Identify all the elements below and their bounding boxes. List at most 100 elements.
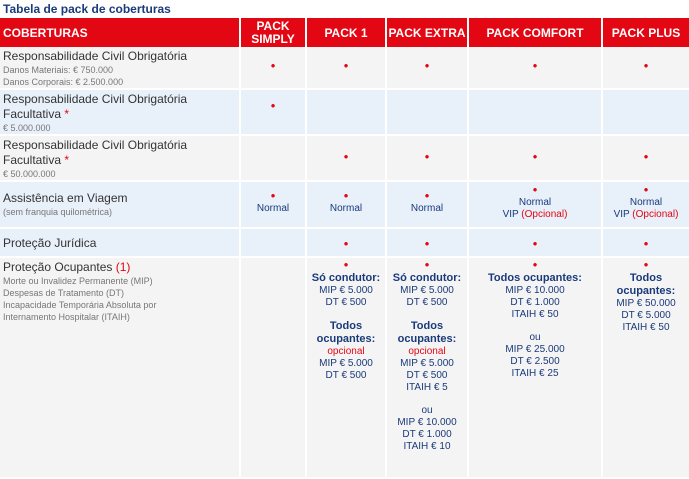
header-pack-extra: PACK EXTRA [387, 18, 469, 47]
row-label-line1: Responsabilidade Civil Obrigatória [3, 138, 188, 152]
included-bullet-icon: • [424, 257, 430, 272]
included-bullet-icon: • [343, 58, 349, 73]
cell-pack1 [307, 90, 387, 136]
included-bullet-icon: • [532, 182, 538, 197]
opcional-label: opcional [327, 346, 365, 357]
assist-level: Normal [629, 197, 663, 208]
included-bullet-icon: • [424, 149, 430, 164]
cell-comfort: • Normal VIP (Opcional) [469, 182, 603, 229]
included-bullet-icon: • [643, 58, 649, 73]
included-bullet-icon: • [424, 188, 430, 203]
mip-value: MIP € 10.000 [505, 285, 565, 296]
row-label-line1: Responsabilidade Civil Obrigatória [3, 92, 188, 106]
header-pack-plus: PACK PLUS [603, 18, 689, 47]
included-bullet-icon: • [343, 188, 349, 203]
assist-vip: VIP [613, 209, 630, 220]
row-sub-itaih-l1: Incapacidade Temporária Absoluta por [3, 300, 157, 310]
todos-label-l2: ocupantes: [397, 333, 457, 345]
cell-pack1: • Normal [307, 182, 387, 229]
row-label-cell: Responsabilidade Civil Obrigatória Facul… [0, 136, 241, 182]
ou-label: ou [421, 405, 433, 416]
included-bullet-icon: • [643, 236, 649, 251]
page-title: Tabela de pack de coberturas [3, 2, 171, 16]
assist-level: Normal [410, 203, 444, 214]
included-bullet-icon: • [343, 236, 349, 251]
row-protecao-ocupantes: Proteção Ocupantes (1) Morte ou Invalide… [0, 258, 689, 479]
dt-value: DT € 1.000 [402, 429, 452, 440]
mip-value: MIP € 50.000 [616, 298, 676, 309]
assist-opcional: (Opcional) [632, 209, 679, 220]
mip-value: MIP € 5.000 [400, 358, 454, 369]
row-label-cell: Proteção Jurídica [0, 229, 241, 258]
todos-label: Todos ocupantes: [488, 272, 582, 284]
row-sub-mip: Morte ou Invalidez Permanente (MIP) [3, 276, 153, 286]
row-label: Proteção Jurídica [3, 236, 97, 250]
included-bullet-icon: • [643, 149, 649, 164]
included-bullet-icon: • [532, 236, 538, 251]
dt-value: DT € 500 [325, 370, 367, 381]
mip-value: MIP € 25.000 [505, 344, 565, 355]
row-sub-itaih-l2: Internamento Hospitalar (ITAIH) [3, 312, 130, 322]
row-label-cell: Responsabilidade Civil Obrigatória Facul… [0, 90, 241, 136]
row-sub-amount: € 5.000.000 [3, 123, 51, 133]
assist-vip: VIP [502, 209, 519, 220]
row-protecao-juridica: Proteção Jurídica • • • • [0, 229, 689, 258]
cell-comfort: • [469, 229, 603, 258]
cell-extra: • [387, 229, 469, 258]
cell-comfort: • [469, 47, 603, 90]
header-pack-comfort: PACK COMFORT [469, 18, 603, 47]
row-rc-obrigatoria: Responsabilidade Civil Obrigatória Danos… [0, 47, 689, 90]
cell-plus: • Normal VIP (Opcional) [603, 182, 689, 229]
cell-comfort: • Todos ocupantes: MIP € 10.000 DT € 1.0… [469, 258, 603, 479]
cell-pack1: • [307, 229, 387, 258]
row-rc-facultativa-50m: Responsabilidade Civil Obrigatória Facul… [0, 136, 689, 182]
todos-label-l1: Todos [629, 272, 663, 284]
row-assistencia-viagem: Assistência em Viagem (sem franquia quil… [0, 182, 689, 229]
cell-simply [241, 136, 307, 182]
row-sub-amount: € 50.000.000 [3, 169, 56, 179]
cell-pack1: • [307, 47, 387, 90]
cell-pack1: • [307, 136, 387, 182]
included-bullet-icon: • [532, 149, 538, 164]
row-label: Proteção Ocupantes [3, 260, 113, 274]
todos-label-l2: ocupantes: [316, 333, 376, 345]
cell-plus [603, 90, 689, 136]
header-coberturas: COBERTURAS [0, 18, 241, 47]
included-bullet-icon: • [532, 58, 538, 73]
cell-plus: • Todos ocupantes: MIP € 50.000 DT € 5.0… [603, 258, 689, 479]
included-bullet-icon: • [424, 236, 430, 251]
assist-level: Normal [518, 197, 552, 208]
itaih-value: ITAIH € 25 [511, 368, 559, 379]
mip-value: MIP € 10.000 [397, 417, 457, 428]
assist-level: Normal [256, 203, 290, 214]
row-label-cell: Responsabilidade Civil Obrigatória Danos… [0, 47, 241, 90]
row-sub-danos-corporais: Danos Corporais: € 2.500.000 [3, 77, 124, 87]
coverage-table: COBERTURAS PACK SIMPLY PACK 1 PACK EXTRA… [0, 18, 689, 479]
cell-extra: • [387, 136, 469, 182]
assist-opcional: (Opcional) [521, 209, 568, 220]
so-condutor-label: Só condutor: [392, 272, 462, 284]
included-bullet-icon: • [343, 257, 349, 272]
cell-comfort [469, 90, 603, 136]
cell-pack1: • Só condutor: MIP € 5.000 DT € 500 Todo… [307, 258, 387, 479]
itaih-value: ITAIH € 5 [406, 382, 448, 393]
itaih-value: ITAIH € 10 [403, 441, 451, 452]
row-label-cell: Proteção Ocupantes (1) Morte ou Invalide… [0, 258, 241, 479]
cell-simply: • [241, 90, 307, 136]
dt-value: DT € 5.000 [621, 310, 671, 321]
row-label-line2: Facultativa [3, 107, 62, 121]
opcional-label: opcional [408, 346, 446, 357]
cell-extra: • Só condutor: MIP € 5.000 DT € 500 Todo… [387, 258, 469, 479]
cell-simply: • [241, 47, 307, 90]
assist-level: Normal [329, 203, 363, 214]
todos-label-l1: Todos [329, 320, 363, 332]
todos-label-l1: Todos [410, 320, 444, 332]
cell-plus: • [603, 136, 689, 182]
row-sub-dt: Despesas de Tratamento (DT) [3, 288, 125, 298]
dt-value: DT € 500 [406, 297, 448, 308]
ou-label: ou [529, 332, 541, 343]
cell-extra: • [387, 47, 469, 90]
cell-extra [387, 90, 469, 136]
header-row: COBERTURAS PACK SIMPLY PACK 1 PACK EXTRA… [0, 18, 689, 47]
row-rc-facultativa-5m: Responsabilidade Civil Obrigatória Facul… [0, 90, 689, 136]
